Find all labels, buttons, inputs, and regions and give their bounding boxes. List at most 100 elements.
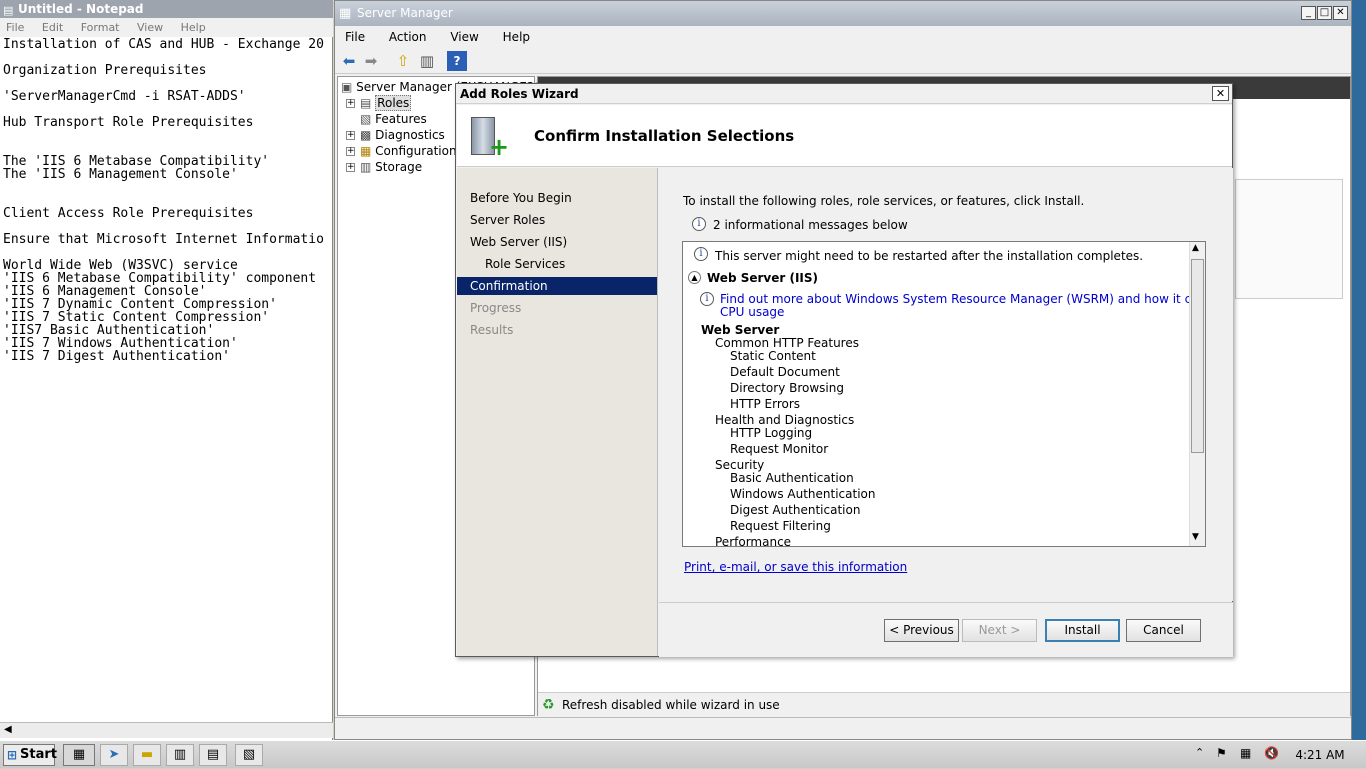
scroll-thumb[interactable] bbox=[1191, 259, 1204, 453]
section-header-web-server-iis: Web Server (IIS) bbox=[707, 271, 819, 285]
refresh-icon: ♻ bbox=[542, 697, 555, 713]
tree-item-features-label: Features bbox=[375, 112, 427, 126]
notepad-menu-file[interactable]: File bbox=[6, 21, 24, 34]
expand-storage-icon[interactable]: + bbox=[346, 163, 355, 172]
notepad-title: Untitled - Notepad bbox=[18, 2, 144, 16]
roles-icon: ▤ bbox=[360, 96, 372, 110]
install-instructions: To install the following roles, role ser… bbox=[683, 194, 1085, 208]
action-center-flag-icon[interactable]: ⚑ bbox=[1216, 746, 1227, 760]
tree-item-roles-label: Roles bbox=[375, 95, 412, 111]
taskbar: ⊞ Start ▦ ➤ ▬ ▥ ▤ ▧ ⌃ ⚑ ▦ 🔇 4:21 AM bbox=[0, 740, 1366, 768]
previous-button[interactable]: < Previous bbox=[884, 619, 959, 642]
nav-before-you-begin[interactable]: Before You Begin bbox=[457, 189, 657, 207]
expand-roles-icon[interactable]: + bbox=[346, 99, 355, 108]
server-manager-title: Server Manager bbox=[357, 6, 453, 20]
notepad-menu-format[interactable]: Format bbox=[81, 21, 120, 34]
show-hidden-icons-icon[interactable]: ⌃ bbox=[1195, 746, 1204, 759]
menu-action[interactable]: Action bbox=[389, 30, 427, 44]
toolbar: ⬅ ➡ ⇧ ▥ ? bbox=[335, 48, 1351, 74]
notepad-menu-help[interactable]: Help bbox=[181, 21, 206, 34]
network-icon[interactable]: ▦ bbox=[1240, 746, 1251, 760]
tree-item-features[interactable]: ▧ Features bbox=[360, 111, 427, 127]
refresh-status-text: Refresh disabled while wizard in use bbox=[562, 698, 780, 712]
selections-list[interactable]: i This server might need to be restarted… bbox=[682, 241, 1206, 547]
wizard-title-bar[interactable]: Add Roles Wizard bbox=[456, 84, 1232, 104]
info-icon: i bbox=[692, 217, 706, 231]
configuration-icon: ▦ bbox=[360, 144, 372, 158]
list-group: Performance bbox=[715, 535, 792, 547]
list-item: Request Monitor bbox=[730, 442, 829, 456]
list-scrollbar[interactable]: ▲ ▼ bbox=[1189, 242, 1205, 546]
maximize-button[interactable]: □ bbox=[1317, 6, 1332, 20]
tree-item-configuration-label: Configuration bbox=[375, 144, 457, 158]
wizard-header: + Confirm Installation Selections bbox=[457, 105, 1232, 167]
list-item: Windows Authentication bbox=[730, 487, 876, 501]
wizard-title: Add Roles Wizard bbox=[460, 87, 579, 101]
powershell-icon[interactable]: ➤ bbox=[100, 744, 128, 766]
notepad-taskbar-icon[interactable]: ▤ bbox=[199, 744, 227, 766]
start-label: Start bbox=[20, 747, 57, 762]
list-item: Directory Browsing bbox=[730, 381, 844, 395]
list-item: HTTP Errors bbox=[730, 397, 801, 411]
forward-arrow-icon[interactable]: ➡ bbox=[361, 51, 381, 71]
notepad-window: ▤ Untitled - Notepad File Edit Format Vi… bbox=[0, 0, 333, 740]
info-message-count: 2 informational messages below bbox=[713, 218, 908, 232]
print-email-save-link[interactable]: Print, e-mail, or save this information bbox=[684, 560, 907, 574]
tree-item-storage-label: Storage bbox=[375, 160, 423, 174]
list-group: Health and Diagnostics bbox=[715, 413, 855, 427]
start-button[interactable]: ⊞ Start bbox=[3, 744, 57, 766]
restart-message: This server might need to be restarted a… bbox=[715, 249, 1144, 263]
nav-role-services[interactable]: Role Services bbox=[457, 255, 657, 273]
menu-help[interactable]: Help bbox=[503, 30, 530, 44]
storage-icon: ▥ bbox=[360, 160, 372, 174]
back-arrow-icon[interactable]: ⬅ bbox=[339, 51, 359, 71]
scroll-down-icon[interactable]: ▼ bbox=[1192, 532, 1199, 542]
expand-diagnostics-icon[interactable]: + bbox=[346, 131, 355, 140]
add-roles-wizard-dialog: Add Roles Wizard ✕ + Confirm Installatio… bbox=[455, 83, 1233, 657]
nav-web-server-iis[interactable]: Web Server (IIS) bbox=[457, 233, 657, 251]
list-item: Request Filtering bbox=[730, 519, 831, 533]
wsrm-link[interactable]: Find out more about Windows System Resou… bbox=[720, 292, 1205, 306]
help-icon[interactable]: ? bbox=[447, 51, 467, 71]
taskbar-clock[interactable]: 4:21 AM bbox=[1294, 741, 1346, 769]
list-item: Static Content bbox=[730, 349, 816, 363]
wsrm-link-line2[interactable]: CPU usage bbox=[720, 305, 784, 319]
scroll-up-icon[interactable]: ▲ bbox=[1192, 243, 1199, 253]
tree-item-roles[interactable]: ▤ Roles bbox=[360, 95, 412, 111]
expand-configuration-icon[interactable]: + bbox=[346, 147, 355, 156]
scroll-left-icon[interactable]: ◀ bbox=[4, 724, 12, 735]
notepad-title-bar[interactable]: ▤ Untitled - Notepad bbox=[0, 0, 333, 18]
cancel-button[interactable]: Cancel bbox=[1126, 619, 1201, 642]
nav-confirmation[interactable]: Confirmation bbox=[457, 277, 657, 295]
tree-item-diagnostics-label: Diagnostics bbox=[375, 128, 445, 142]
show-hide-tree-icon[interactable]: ▥ bbox=[417, 51, 437, 71]
tools-icon[interactable]: ▥ bbox=[166, 744, 194, 766]
server-manager-taskbar-icon[interactable]: ▦ bbox=[63, 744, 95, 766]
tree-item-diagnostics[interactable]: ▩ Diagnostics bbox=[360, 127, 445, 143]
minimize-button[interactable]: _ bbox=[1301, 6, 1316, 20]
tree-item-storage[interactable]: ▥ Storage bbox=[360, 159, 422, 175]
install-button[interactable]: Install bbox=[1045, 619, 1120, 642]
notepad-text-area[interactable]: Installation of CAS and HUB - Exchange 2… bbox=[3, 38, 331, 718]
notepad-horizontal-scrollbar[interactable]: ◀ bbox=[0, 722, 333, 738]
server-manager-title-bar[interactable]: ▦ Server Manager _ □ ✕ bbox=[335, 1, 1351, 26]
explorer-icon[interactable]: ▬ bbox=[133, 744, 161, 766]
server-manager-icon: ▦ bbox=[339, 6, 352, 21]
nav-server-roles[interactable]: Server Roles bbox=[457, 211, 657, 229]
details-panel-box bbox=[1235, 179, 1343, 299]
close-button[interactable]: ✕ bbox=[1333, 6, 1348, 20]
server-icon: ▣ bbox=[341, 80, 353, 94]
diagnostics-icon: ▩ bbox=[360, 128, 372, 142]
desktop-background bbox=[1352, 0, 1366, 740]
wizard-close-button[interactable]: ✕ bbox=[1212, 86, 1229, 101]
menu-file[interactable]: File bbox=[345, 30, 365, 44]
notepad-menu-edit[interactable]: Edit bbox=[42, 21, 63, 34]
menu-view[interactable]: View bbox=[450, 30, 478, 44]
up-folder-icon[interactable]: ⇧ bbox=[393, 51, 413, 71]
collapse-chevron-icon[interactable]: ▲ bbox=[688, 271, 701, 284]
volume-muted-icon[interactable]: 🔇 bbox=[1264, 746, 1279, 760]
notepad-menu-view[interactable]: View bbox=[137, 21, 163, 34]
tree-item-configuration[interactable]: ▦ Configuration bbox=[360, 143, 457, 159]
wizard-taskbar-icon[interactable]: ▧ bbox=[235, 744, 263, 766]
info-icon: i bbox=[700, 292, 714, 306]
